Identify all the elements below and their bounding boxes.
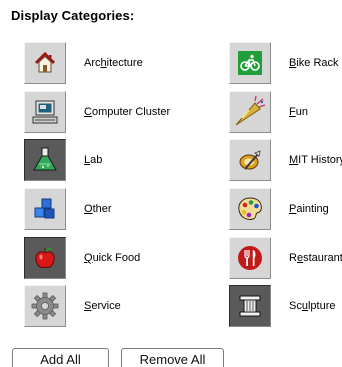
category-architecture[interactable]: Architecture (24, 42, 143, 84)
service-tile[interactable] (24, 285, 66, 327)
category-painting[interactable]: Painting (229, 188, 329, 230)
other-tile[interactable] (24, 188, 66, 230)
house-icon (34, 51, 56, 73)
category-computer-cluster[interactable]: Computer Cluster (24, 91, 170, 133)
bike-rack-tile[interactable] (229, 42, 271, 84)
fork-knife-icon (238, 246, 262, 270)
column-icon (239, 295, 261, 317)
computer-icon (32, 100, 58, 124)
flask-icon (33, 147, 57, 171)
category-service[interactable]: Service (24, 285, 121, 327)
category-other[interactable]: Other (24, 188, 112, 230)
bicycle-icon (238, 51, 262, 75)
category-quick-food[interactable]: Quick Food (24, 237, 140, 279)
category-label: Restaurant (289, 252, 342, 264)
apple-icon (35, 248, 55, 269)
category-lab[interactable]: Lab (24, 139, 102, 181)
palette-icon (238, 197, 262, 220)
category-label: Bike Rack (289, 57, 339, 69)
blue-cubes-icon (34, 198, 55, 219)
mit-history-tile[interactable] (229, 139, 271, 181)
category-bike-rack[interactable]: Bike Rack (229, 42, 339, 84)
restaurant-tile[interactable] (229, 237, 271, 279)
category-label: Computer Cluster (84, 106, 171, 118)
architecture-tile[interactable] (24, 42, 66, 84)
category-label: Sculpture (289, 300, 336, 312)
fun-tile[interactable] (229, 91, 271, 133)
category-label: Quick Food (84, 252, 141, 264)
category-restaurant[interactable]: Restaurant (229, 237, 342, 279)
gear-icon (31, 292, 59, 320)
category-label: Other (84, 203, 112, 215)
party-horn-icon (235, 95, 266, 126)
category-label: Service (84, 300, 121, 312)
display-categories-heading: Display Categories: (11, 8, 135, 23)
category-label: MIT History (289, 154, 342, 166)
add-all-button[interactable]: Add All (12, 348, 109, 367)
quick-food-tile[interactable] (24, 237, 66, 279)
category-label: Lab (84, 154, 103, 166)
lab-tile[interactable] (24, 139, 66, 181)
computer-cluster-tile[interactable] (24, 91, 66, 133)
history-disc-icon (239, 150, 261, 170)
painting-tile[interactable] (229, 188, 271, 230)
category-fun[interactable]: Fun (229, 91, 308, 133)
sculpture-tile[interactable] (229, 285, 271, 327)
category-mit-history[interactable]: MIT History (229, 139, 342, 181)
remove-all-button[interactable]: Remove All (121, 348, 224, 367)
category-label: Architecture (84, 57, 143, 69)
category-label: Fun (289, 106, 308, 118)
category-sculpture[interactable]: Sculpture (229, 285, 336, 327)
category-label: Painting (289, 203, 329, 215)
